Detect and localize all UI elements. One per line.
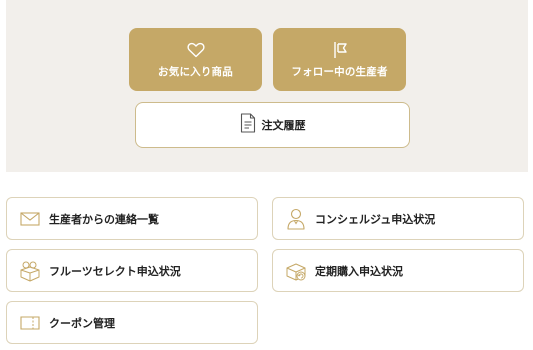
fruit-box-icon [19,260,41,282]
producer-messages-label: 生産者からの連絡一覧 [49,212,159,226]
fruit-select-status-button[interactable]: フルーツセレクト申込状況 [6,249,258,292]
coupon-management-button[interactable]: クーポン管理 [6,301,258,344]
subscription-status-button[interactable]: 定期購入申込状況 [272,249,524,292]
order-history-label: 注文履歴 [261,119,306,132]
flag-icon [331,40,349,60]
document-icon [240,113,256,137]
following-producers-button[interactable]: フォロー中の生産者 [273,28,406,91]
envelope-icon [19,208,41,230]
order-history-button[interactable]: 注文履歴 [135,102,410,148]
subscription-status-label: 定期購入申込状況 [315,264,403,278]
fruit-select-status-label: フルーツセレクト申込状況 [49,264,181,278]
top-panel: お気に入り商品 フォロー中の生産者 注文履歴 [6,0,528,172]
producer-messages-button[interactable]: 生産者からの連絡一覧 [6,197,258,240]
concierge-status-button[interactable]: コンシェルジュ申込状況 [272,197,524,240]
favorites-label: お気に入り商品 [158,66,233,78]
subscription-box-icon [285,260,307,282]
concierge-status-label: コンシェルジュ申込状況 [315,212,436,226]
coupon-management-label: クーポン管理 [49,316,115,330]
favorites-button[interactable]: お気に入り商品 [129,28,262,91]
following-label: フォロー中の生産者 [291,66,388,78]
coupon-icon [19,312,41,334]
heart-icon [186,40,205,60]
concierge-icon [285,208,307,230]
